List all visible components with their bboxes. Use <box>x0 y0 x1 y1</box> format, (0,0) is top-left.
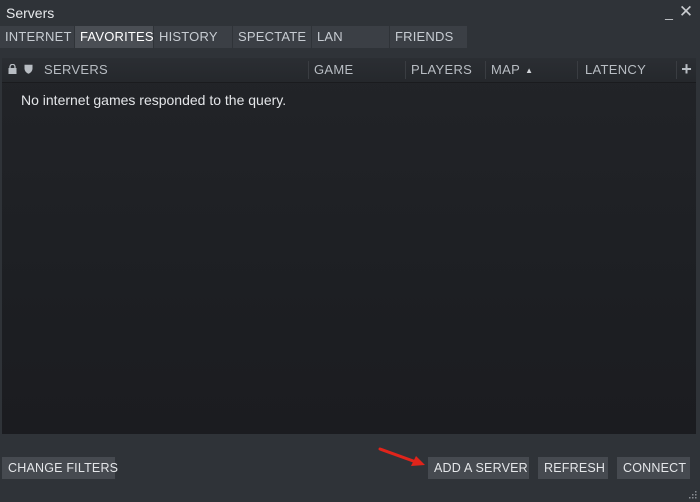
servers-window: Servers _ ✕ INTERNET FAVORITES HISTORY S… <box>0 0 700 502</box>
window-title: Servers <box>6 5 55 21</box>
annotation-arrow <box>378 447 425 466</box>
tab-favorites[interactable]: FAVORITES <box>75 26 154 48</box>
change-filters-button[interactable]: CHANGE FILTERS <box>2 457 118 479</box>
empty-list-message: No internet games responded to the query… <box>21 92 287 108</box>
column-map[interactable]: MAP ▲ <box>486 58 577 82</box>
minimize-icon[interactable]: _ <box>661 2 677 22</box>
column-players[interactable]: PLAYERS <box>406 58 485 82</box>
column-divider <box>577 61 578 79</box>
add-server-button[interactable]: ADD A SERVER <box>428 457 529 479</box>
tab-spectate[interactable]: SPECTATE <box>233 26 311 48</box>
add-column-icon[interactable]: + <box>677 58 696 82</box>
column-map-label: MAP <box>491 62 521 77</box>
refresh-button[interactable]: REFRESH <box>538 457 608 479</box>
column-servers[interactable]: SERVERS <box>39 58 308 82</box>
close-icon[interactable]: ✕ <box>678 2 694 22</box>
lock-icon[interactable] <box>8 58 17 82</box>
shield-icon[interactable] <box>24 58 33 82</box>
column-latency[interactable]: LATENCY <box>580 58 676 82</box>
tab-internet[interactable]: INTERNET <box>0 26 74 48</box>
tab-history[interactable]: HISTORY <box>154 26 232 48</box>
tab-bar: INTERNET FAVORITES HISTORY SPECTATE LAN … <box>0 26 700 48</box>
column-header-row: SERVERS GAME PLAYERS MAP ▲ LATENCY + <box>2 58 696 83</box>
sort-up-icon: ▲ <box>525 66 534 75</box>
tab-friends[interactable]: FRIENDS <box>390 26 467 48</box>
column-game[interactable]: GAME <box>309 58 405 82</box>
tab-lan[interactable]: LAN <box>312 26 389 48</box>
server-list[interactable]: SERVERS GAME PLAYERS MAP ▲ LATENCY + No i… <box>2 58 696 434</box>
connect-button[interactable]: CONNECT <box>617 457 690 479</box>
resize-grip-icon[interactable] <box>688 490 698 500</box>
title-bar: Servers _ ✕ <box>0 0 700 26</box>
